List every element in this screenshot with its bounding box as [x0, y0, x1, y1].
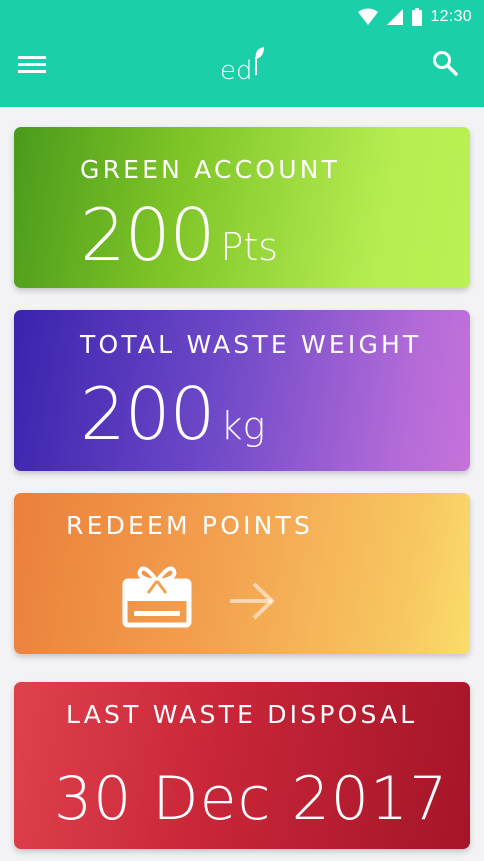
total-waste-card[interactable]: TOTAL WASTE WEIGHT 200 kg: [14, 310, 470, 471]
green-account-value: 200 Pts: [80, 199, 278, 271]
leaf-icon: [255, 47, 264, 59]
total-waste-title: TOTAL WASTE WEIGHT: [80, 330, 422, 359]
green-account-title: GREEN ACCOUNT: [80, 155, 341, 184]
last-waste-disposal-card[interactable]: LAST WASTE DISPOSAL 30 Dec 2017: [14, 682, 470, 849]
last-disposal-title: LAST WASTE DISPOSAL: [66, 700, 418, 729]
status-bar: 12:30: [0, 0, 484, 33]
last-disposal-date: 30 Dec 2017: [54, 764, 449, 834]
total-waste-number: 200: [80, 372, 215, 456]
wifi-icon: [358, 8, 379, 25]
logo-text: ed: [220, 56, 253, 85]
redeem-points-card[interactable]: REDEEM POINTS: [14, 493, 470, 654]
search-icon[interactable]: [430, 48, 460, 78]
signal-icon: [387, 9, 404, 25]
total-waste-value: 200 kg: [80, 378, 265, 450]
green-account-unit: Pts: [220, 225, 279, 269]
battery-icon: [412, 8, 423, 26]
green-account-points: 200: [80, 193, 215, 277]
gift-card-icon: [122, 566, 192, 628]
arrow-right-icon[interactable]: [228, 581, 278, 621]
app-logo: ed: [218, 45, 268, 86]
redeem-points-title: REDEEM POINTS: [66, 511, 314, 540]
green-account-card[interactable]: GREEN ACCOUNT 200 Pts: [14, 127, 470, 288]
status-icons: 12:30: [358, 6, 472, 28]
status-time: 12:30: [430, 8, 472, 25]
total-waste-unit: kg: [220, 404, 266, 448]
app-bar: ed: [0, 33, 484, 107]
hamburger-menu-icon[interactable]: [18, 53, 48, 77]
